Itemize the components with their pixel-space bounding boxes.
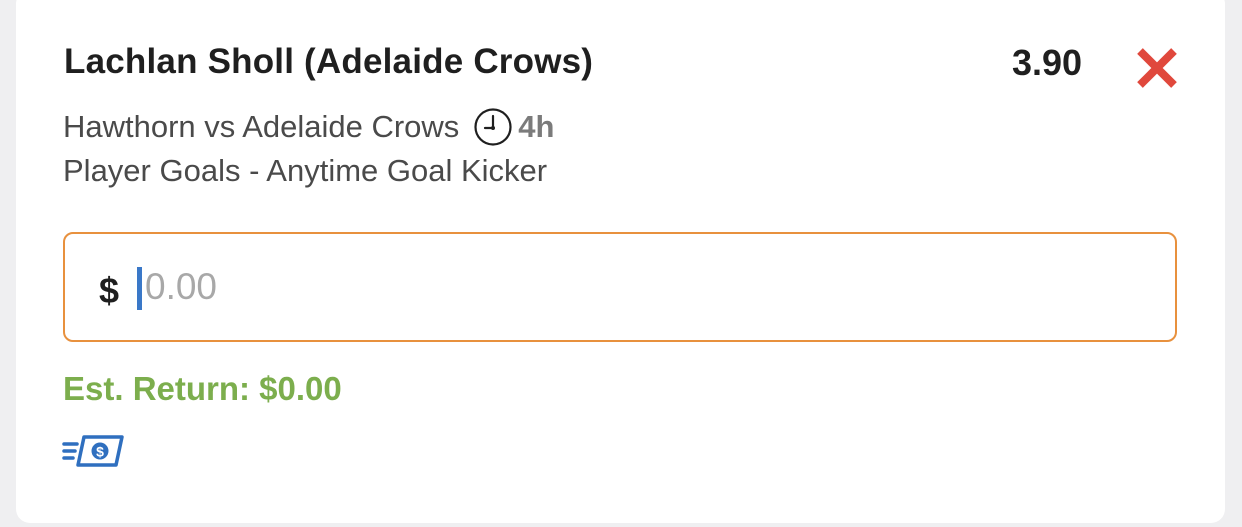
market-name: Player Goals - Anytime Goal Kicker (63, 153, 548, 188)
text-caret (137, 267, 142, 310)
stake-input[interactable] (145, 262, 1045, 312)
svg-text:$: $ (96, 444, 104, 460)
remove-bet-button[interactable] (1134, 45, 1180, 91)
fast-cash-icon: $ (62, 433, 124, 469)
currency-symbol: $ (99, 270, 120, 311)
estimated-return: Est. Return: $0.00 (63, 370, 342, 407)
bet-slip-card: Lachlan Sholl (Adelaide Crows) 3.90 Hawt… (16, 0, 1225, 523)
time-to-start: 4h (518, 109, 555, 144)
stake-field[interactable]: $ (63, 232, 1177, 342)
odds-value: 3.90 (1012, 42, 1083, 83)
selection-title: Lachlan Sholl (Adelaide Crows) (64, 42, 594, 81)
clock-icon (473, 107, 513, 147)
event-line: Hawthorn vs Adelaide Crows 4h (63, 107, 554, 147)
close-x-icon (1137, 48, 1177, 88)
event-name: Hawthorn vs Adelaide Crows (63, 109, 460, 144)
